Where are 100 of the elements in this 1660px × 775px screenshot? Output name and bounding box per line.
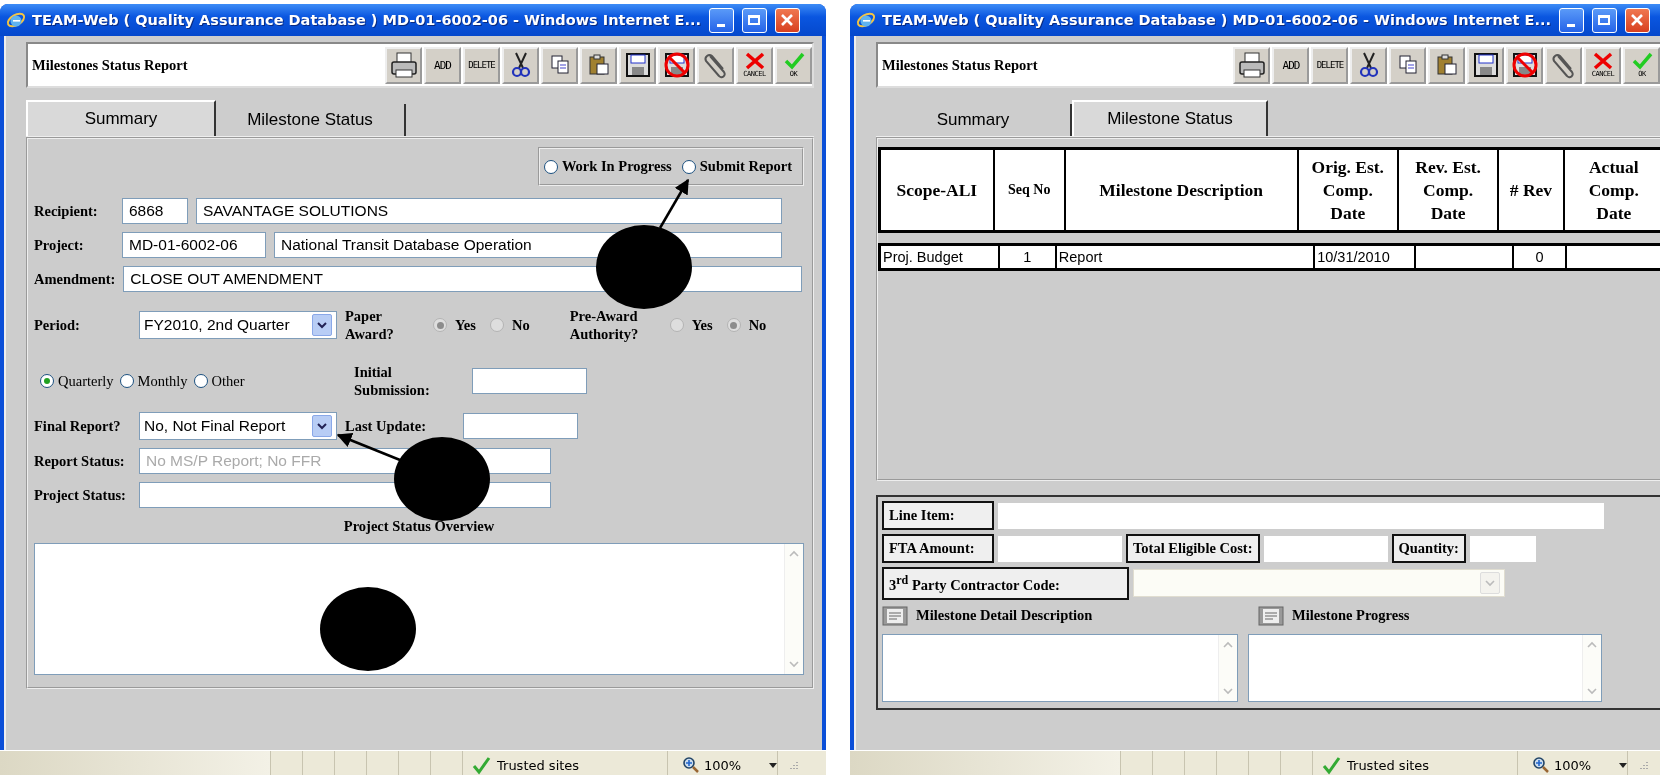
radio-label: No xyxy=(748,316,767,334)
caret-icon xyxy=(1480,572,1500,595)
delete-button[interactable]: DELETE xyxy=(463,46,500,84)
section-heading: Project Status Overview xyxy=(342,518,496,535)
close-button[interactable] xyxy=(1625,7,1650,33)
minimize-button[interactable] xyxy=(1559,7,1584,33)
field-label: Line Item: xyxy=(882,501,994,530)
caret-icon xyxy=(312,415,332,437)
field-label: Milestone Detail Description xyxy=(916,607,1093,625)
caret-icon[interactable] xyxy=(1619,762,1628,768)
field-label: Project: xyxy=(34,236,85,254)
radio-label: Quarterly xyxy=(58,372,114,390)
field-label: Last Update: xyxy=(345,417,427,435)
close-icon xyxy=(1629,12,1646,28)
maximize-icon xyxy=(1598,15,1611,25)
zoom-level[interactable]: 100% xyxy=(704,757,742,773)
field-label: Report Status: xyxy=(34,452,126,470)
radio-label: Yes xyxy=(455,316,476,334)
dropdown[interactable]: No, Not Final Report xyxy=(139,412,337,440)
check-icon xyxy=(1321,755,1341,775)
delete-button[interactable]: DELETE xyxy=(1311,46,1349,84)
printer-icon xyxy=(1236,50,1267,80)
copy-button[interactable] xyxy=(1389,46,1427,84)
field-label: Recipient: xyxy=(34,202,99,220)
print-button[interactable] xyxy=(1233,46,1271,84)
nosave-button[interactable] xyxy=(658,46,695,84)
text-area[interactable] xyxy=(34,543,804,675)
add-button[interactable]: ADD xyxy=(1272,46,1310,84)
add-button[interactable]: ADD xyxy=(424,46,461,84)
nosave-button[interactable] xyxy=(1506,46,1544,84)
browser-logo-icon xyxy=(6,10,26,30)
text-field[interactable]: SAVANTAGE SOLUTIONS xyxy=(196,198,782,224)
text-field[interactable] xyxy=(463,413,578,439)
field-label: Pre-Award Authority? xyxy=(569,307,640,343)
minimize-icon xyxy=(717,23,726,27)
form-title: Milestones Status Report xyxy=(882,56,1038,74)
maximize-button[interactable] xyxy=(742,7,767,33)
text-field[interactable]: 6868 xyxy=(122,198,188,224)
close-button[interactable] xyxy=(775,7,800,33)
radio-label: Monthly xyxy=(137,372,188,390)
radio-button[interactable] xyxy=(543,159,558,174)
cut-button[interactable] xyxy=(502,46,539,84)
paste-button[interactable] xyxy=(1428,46,1466,84)
radio-button[interactable] xyxy=(119,374,134,388)
form-title: Milestones Status Report xyxy=(32,56,188,74)
dropdown[interactable]: FY2010, 2nd Quarter xyxy=(139,311,337,339)
field-label: FTA Amount: xyxy=(882,534,994,563)
text-field[interactable]: MD-01-6002-06 xyxy=(122,232,266,258)
tab[interactable]: Summary xyxy=(26,100,216,136)
zoom-icon[interactable] xyxy=(682,756,700,774)
field-label: Project Status: xyxy=(34,486,127,504)
copy-button[interactable] xyxy=(541,46,578,84)
zoom-icon[interactable] xyxy=(1532,756,1550,774)
print-button[interactable] xyxy=(385,46,422,84)
field-label: Period: xyxy=(34,316,81,334)
text-field[interactable] xyxy=(1469,535,1536,562)
maximize-icon xyxy=(748,15,761,25)
field-label: Final Report? xyxy=(34,417,122,435)
attach-button[interactable] xyxy=(1545,46,1583,84)
radio-label: Yes xyxy=(691,316,713,334)
field-label: Total Eligible Cost: xyxy=(1126,534,1260,563)
radio-label: Other xyxy=(211,372,245,390)
radio-label: Work In Progress xyxy=(561,158,672,175)
printer-icon xyxy=(388,50,419,80)
window-title: TEAM-Web ( Quality Assurance Database ) MD-01-6002-06 - Windows Internet E... xyxy=(32,12,701,28)
radio-button[interactable] xyxy=(193,374,208,388)
field-label: Milestone Progress xyxy=(1292,607,1410,625)
field-label: Initial Submission: xyxy=(354,363,431,399)
browser-logo-icon xyxy=(856,10,876,30)
security-zone: Trusted sites xyxy=(497,757,580,773)
field-label: Quantity: xyxy=(1391,534,1466,563)
text-field[interactable] xyxy=(998,535,1122,562)
radio-button[interactable] xyxy=(681,159,696,174)
field-label: Amendment: xyxy=(34,270,116,288)
zoom-level[interactable]: 100% xyxy=(1554,757,1592,773)
caret-icon xyxy=(312,314,332,336)
text-field[interactable] xyxy=(472,368,587,394)
attach-button[interactable] xyxy=(697,46,734,84)
window-title: TEAM-Web ( Quality Assurance Database ) MD-01-6002-06 - Windows Internet E... xyxy=(882,12,1551,28)
paste-button[interactable] xyxy=(580,46,617,84)
minimize-button[interactable] xyxy=(709,7,734,33)
field-label: 3$^{rd}$ Party Contractor Code: xyxy=(882,567,1129,600)
check-icon xyxy=(471,755,491,775)
radio-label: No xyxy=(511,316,530,334)
caret-icon[interactable] xyxy=(769,762,778,768)
cut-button[interactable] xyxy=(1350,46,1388,84)
close-icon xyxy=(779,12,796,28)
save-button[interactable] xyxy=(1467,46,1505,84)
text-field[interactable] xyxy=(998,502,1604,529)
text-field[interactable] xyxy=(1263,535,1388,562)
radio-label: Submit Report xyxy=(699,158,792,175)
document-icon[interactable] xyxy=(1258,605,1284,626)
save-button[interactable] xyxy=(619,46,656,84)
security-zone: Trusted sites xyxy=(1347,757,1430,773)
field-label: Paper Award? xyxy=(345,307,395,343)
document-icon[interactable] xyxy=(882,605,908,626)
maximize-button[interactable] xyxy=(1592,7,1617,33)
tab[interactable]: Milestone Status xyxy=(1072,100,1268,136)
minimize-icon xyxy=(1567,23,1576,27)
radio-button[interactable] xyxy=(40,374,54,388)
